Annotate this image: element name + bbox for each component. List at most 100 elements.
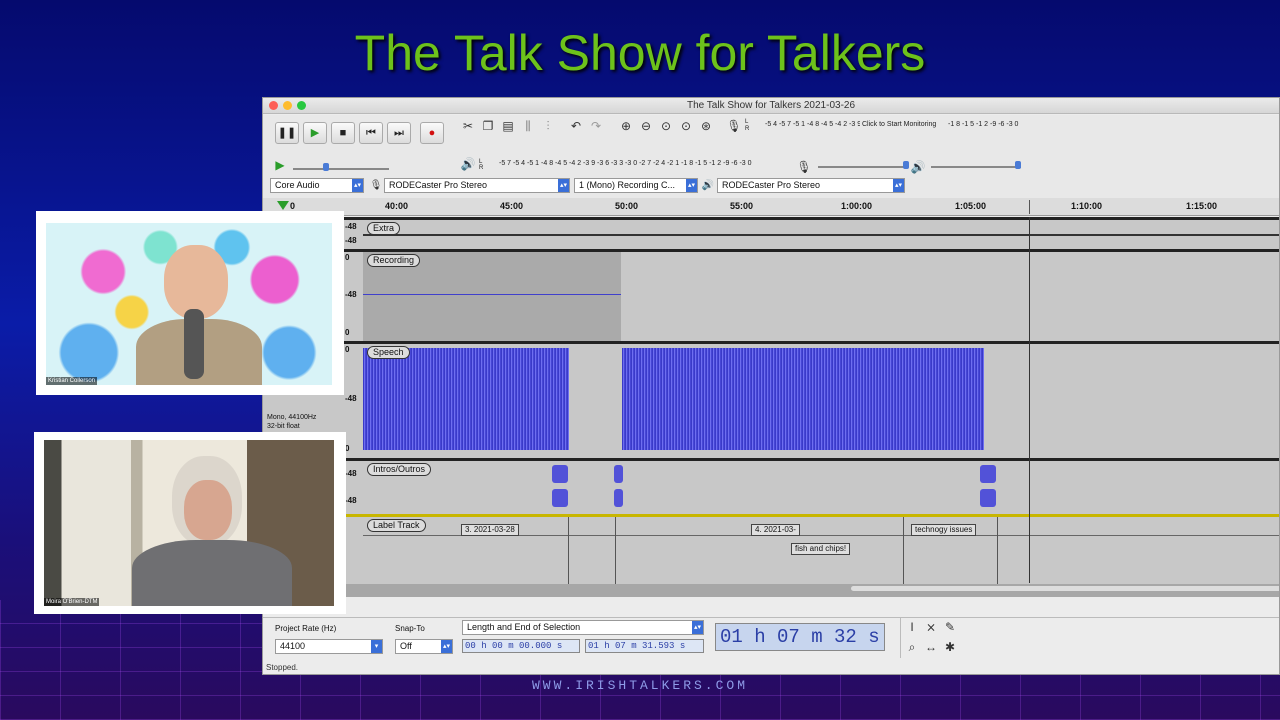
channels-value: 1 (Mono) Recording C...: [579, 180, 676, 190]
timeline-ruler[interactable]: 0 40:00 45:00 50:00 55:00 1:00:00 1:05:0…: [263, 198, 1279, 216]
snap-to-select[interactable]: Off ▴▾: [395, 639, 453, 654]
track-name-recording[interactable]: Recording: [367, 254, 421, 267]
horizontal-scrollbar[interactable]: [851, 586, 1279, 591]
guest-face: [184, 480, 232, 540]
play-at-speed-button[interactable]: ▶: [271, 156, 289, 174]
track-intros-outros[interactable]: Intros/Outros -48 -48: [263, 458, 1279, 514]
label-1[interactable]: 3. 2021-03-28: [461, 524, 519, 536]
zoom-window-button[interactable]: [297, 101, 306, 110]
track-extra[interactable]: Extra -48 -48: [263, 217, 1279, 249]
output-device-value: RODECaster Pro Stereo: [722, 180, 821, 190]
label-boundary: [568, 517, 569, 584]
play-button[interactable]: ▶: [303, 122, 327, 144]
playhead-marker[interactable]: [1029, 200, 1030, 214]
host-face: [164, 245, 228, 319]
track-name-label-track[interactable]: Label Track: [367, 519, 426, 532]
track-name-intros-outros[interactable]: Intros/Outros: [367, 463, 432, 476]
zoom-toggle-icon[interactable]: ⊛: [697, 117, 715, 135]
trim-icon[interactable]: ⫼: [519, 117, 537, 135]
track-scale: 0: [345, 345, 350, 354]
selection-end-field[interactable]: 01 h 07 m 31.593 s: [585, 639, 704, 653]
play-speed-slider[interactable]: [293, 168, 389, 170]
track-speech[interactable]: Speech 0 -48 0 Mono, 44100Hz 32-bit floa…: [263, 341, 1279, 458]
project-rate-select[interactable]: 44100 ▾: [275, 639, 383, 654]
copy-icon[interactable]: ❐: [479, 117, 497, 135]
track-recording[interactable]: Recording 0 -48 0: [263, 249, 1279, 341]
selection-start-field[interactable]: 00 h 00 m 00.000 s: [462, 639, 580, 653]
close-window-button[interactable]: [269, 101, 278, 110]
undo-icon[interactable]: ↶: [567, 117, 585, 135]
track-area[interactable]: Extra -48 -48 Recording 0 -48 0 Speech 0…: [263, 217, 1279, 597]
window-title: The Talk Show for Talkers 2021-03-26: [686, 100, 856, 111]
website-url: WWW.IRISHTALKERS.COM: [531, 678, 749, 693]
rec-meter-scale-right: -1 8 -1 5 -1 2 -9 -6 -3 0: [948, 119, 1019, 131]
mic-volume-icon: 🎙: [796, 160, 812, 174]
playback-volume-slider[interactable]: [931, 166, 1021, 168]
speech-clip-2[interactable]: [622, 348, 984, 450]
speaker-icon[interactable]: 🔊: [459, 155, 477, 173]
time-shift-tool-icon[interactable]: ↔: [922, 638, 940, 656]
track-scale: 0: [345, 253, 350, 262]
minimize-window-button[interactable]: [283, 101, 292, 110]
track-name-speech[interactable]: Speech: [367, 346, 410, 359]
window-titlebar: The Talk Show for Talkers 2021-03-26: [263, 98, 1279, 114]
webcam-top-name: Kristian Collerson: [46, 377, 98, 385]
label-boundary: [615, 517, 616, 584]
zoom-in-icon[interactable]: ⊕: [617, 117, 635, 135]
label-boundary: [997, 517, 998, 584]
track-labels[interactable]: Label Track 3. 2021-03-28 4. 2021-03- fi…: [263, 514, 1279, 584]
draw-tool-icon[interactable]: ✎: [941, 618, 959, 636]
outro-clip[interactable]: [980, 465, 996, 483]
track-name-extra[interactable]: Extra: [367, 222, 401, 235]
track-scale: -48: [345, 236, 357, 245]
selection-tool-icon[interactable]: I: [903, 618, 921, 636]
zoom-fit-icon[interactable]: ⊙: [677, 117, 695, 135]
playback-meter[interactable]: -5 7 -5 4 -5 1 -4 8 -4 5 -4 2 -3 9 -3 6 …: [499, 158, 799, 170]
outro-clip[interactable]: [980, 489, 996, 507]
intro-clip[interactable]: [614, 465, 623, 483]
redo-icon[interactable]: ↷: [587, 117, 605, 135]
track-divider: [363, 234, 1279, 236]
intro-clip[interactable]: [552, 465, 568, 483]
pause-button[interactable]: ❚❚: [275, 122, 299, 144]
track-scale: -48: [345, 290, 357, 299]
label-2[interactable]: 4. 2021-03-: [751, 524, 800, 536]
envelope-tool-icon[interactable]: ⨯: [922, 618, 940, 636]
audio-host-select[interactable]: Core Audio ▴▾: [270, 178, 364, 193]
audio-position-display[interactable]: 01 h 07 m 32 s: [715, 623, 885, 651]
intro-clip[interactable]: [614, 489, 623, 507]
cut-icon[interactable]: ✂: [459, 117, 477, 135]
ruler-tick: 0: [290, 201, 296, 211]
record-button[interactable]: ●: [420, 122, 444, 144]
label-4[interactable]: technogy issues: [911, 524, 977, 536]
ruler-tick: 55:00: [730, 201, 754, 211]
monitoring-hint[interactable]: Click to Start Monitoring: [860, 119, 939, 131]
playback-volume-thumb[interactable]: [1015, 161, 1021, 169]
label-3[interactable]: fish and chips!: [791, 543, 851, 555]
silence-icon[interactable]: ⫶: [539, 117, 557, 135]
snap-to-label: Snap-To: [395, 624, 425, 633]
multi-tool-icon[interactable]: ✱: [941, 638, 959, 656]
ruler-tick: 1:10:00: [1071, 201, 1103, 211]
webcam-top-video: Kristian Collerson: [46, 223, 332, 385]
output-device-select[interactable]: RODECaster Pro Stereo ▴▾: [717, 178, 905, 193]
toolbar: ❚❚ ▶ ■ ⏮ ⏭ ● ✂ ❐ ▤ ⫼ ⫶ ↶ ↷ ⊕ ⊖ ⊙ ⊙ ⊛ 🎙 L…: [263, 115, 1279, 205]
intro-clip[interactable]: [552, 489, 568, 507]
paste-icon[interactable]: ▤: [499, 117, 517, 135]
input-device-select[interactable]: RODECaster Pro Stereo ▴▾: [384, 178, 570, 193]
microphone-icon[interactable]: 🎙: [725, 117, 743, 135]
skip-start-button[interactable]: ⏮: [359, 122, 383, 144]
track-scale: -48: [345, 394, 357, 403]
skip-end-button[interactable]: ⏭: [387, 122, 411, 144]
zoom-tool-icon[interactable]: ⌕: [903, 638, 921, 656]
zoom-selection-icon[interactable]: ⊙: [657, 117, 675, 135]
stop-button[interactable]: ■: [331, 122, 355, 144]
timeline-play-marker-icon[interactable]: [277, 201, 289, 210]
selection-toolbar: Project Rate (Hz) 44100 ▾ Snap-To Off ▴▾ L…: [263, 617, 1279, 674]
channels-select[interactable]: 1 (Mono) Recording C... ▴▾: [574, 178, 698, 193]
speech-clip-1[interactable]: [363, 348, 569, 450]
zoom-out-icon[interactable]: ⊖: [637, 117, 655, 135]
mic-volume-slider[interactable]: [818, 166, 908, 168]
play-speed-thumb[interactable]: [323, 163, 329, 171]
selection-mode-select[interactable]: Length and End of Selection ▴▾: [462, 620, 704, 635]
